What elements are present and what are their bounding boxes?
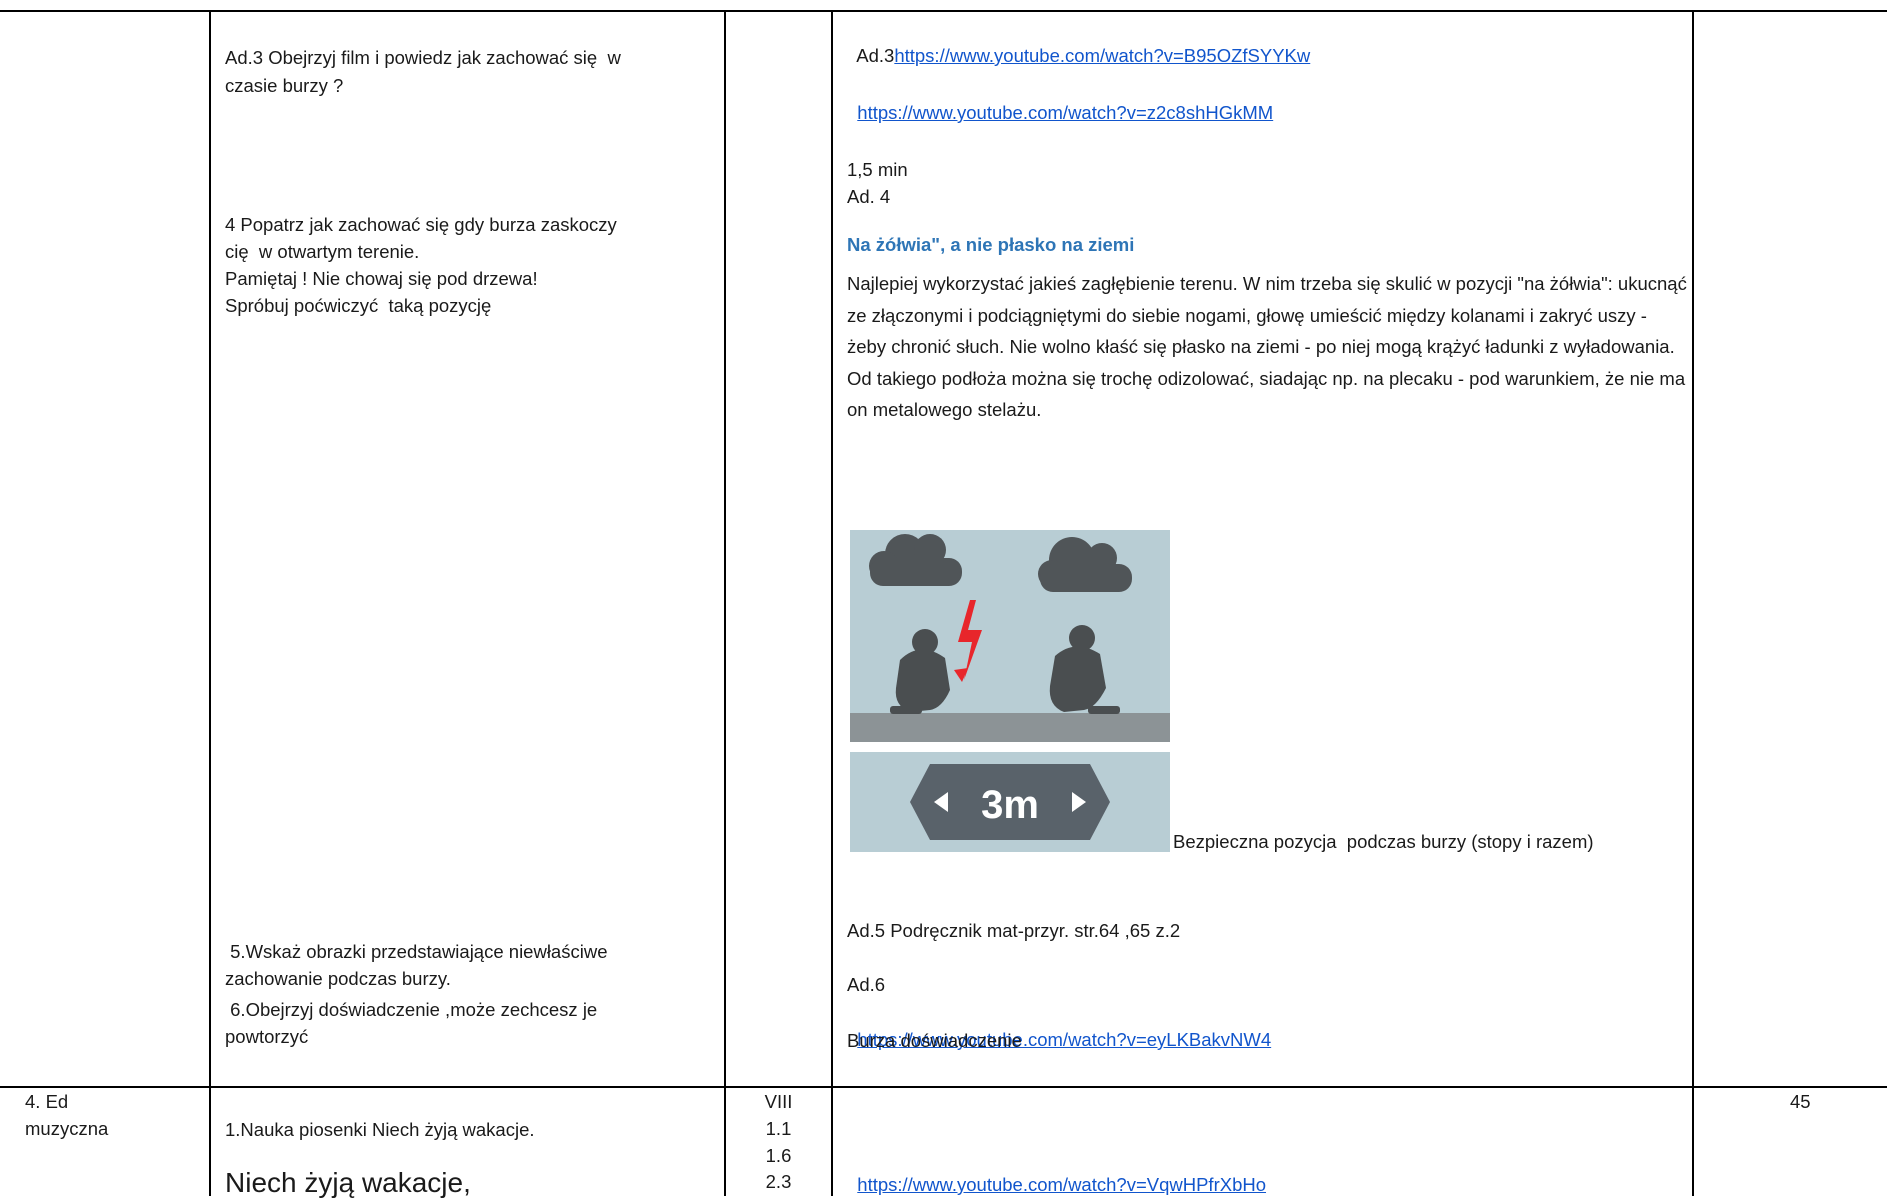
- song-title: Niech żyją wakacje,: [225, 1167, 471, 1198]
- curriculum-code-2: 1.1: [765, 1118, 792, 1139]
- col-divider-3: [831, 10, 833, 1196]
- storm-safety-illustration: 3m: [850, 530, 1170, 852]
- safety-paragraph: Najlepiej wykorzystać jakieś zagłębienie…: [847, 273, 1687, 421]
- task4-line1: 4 Popatrz jak zachować się gdy burza zas…: [225, 214, 617, 235]
- youtube-link-2-row: https://www.youtube.com/watch?v=z2c8shHG…: [847, 71, 1273, 127]
- distance-label: 3m: [981, 783, 1039, 827]
- song-task: 1.Nauka piosenki Niech żyją wakacje.: [225, 1119, 535, 1140]
- subject-label-line2: muzyczna: [25, 1118, 109, 1139]
- curriculum-code-1: VIII: [764, 1091, 793, 1112]
- youtube-link-1[interactable]: https://www.youtube.com/watch?v=B95OZfSY…: [894, 45, 1310, 66]
- task4-line3: Pamiętaj ! Nie chowaj się pod drzewa!: [225, 268, 538, 289]
- col-divider-4: [1692, 10, 1694, 1196]
- ad6-label: Ad.6: [847, 974, 886, 995]
- ad3-resource: Ad.3https://www.youtube.com/watch?v=B95O…: [847, 14, 1310, 70]
- subject-label-line1: 4. Ed: [25, 1091, 69, 1112]
- task5-line2: zachowanie podczas burzy.: [225, 968, 451, 989]
- illustration-caption: Bezpieczna pozycja podczas burzy (stopy …: [1173, 831, 1594, 852]
- curriculum-code-3: 1.6: [765, 1145, 792, 1166]
- ad3-instruction-line2: czasie burzy ?: [225, 75, 344, 96]
- table-border-top: [0, 10, 1887, 12]
- row-divider: [0, 1086, 1887, 1088]
- time-minutes: 45: [1790, 1091, 1811, 1112]
- task4-line4: Spróbuj poćwiczyć taką pozycję: [225, 295, 492, 316]
- task6-line2: powtorzyć: [225, 1026, 309, 1047]
- ad5-text: Ad.5 Podręcznik mat-przyr. str.64 ,65 z.…: [847, 920, 1181, 941]
- curriculum-code-4: 2.3: [765, 1171, 792, 1192]
- col-divider-1: [209, 10, 211, 1196]
- ad4-label: Ad. 4: [847, 186, 891, 207]
- task4-line2: cię w otwartym terenie.: [225, 241, 420, 262]
- ad3-instruction-line1: Ad.3 Obejrzyj film i powiedz jak zachowa…: [225, 47, 621, 68]
- youtube-link-2[interactable]: https://www.youtube.com/watch?v=z2c8shHG…: [857, 102, 1273, 123]
- ad6-description: Burza doświadczenie: [847, 1030, 1022, 1051]
- youtube-link-4-row: https://www.youtube.com/watch?v=VqwHPfrX…: [847, 1143, 1266, 1199]
- task6-line1: 6.Obejrzyj doświadczenie ,może zechcesz …: [225, 999, 598, 1020]
- col-divider-2: [724, 10, 726, 1196]
- turtle-heading: Na żółwia", a nie płasko na ziemi: [847, 234, 1135, 255]
- distance-arrow-icon: 3m: [910, 764, 1110, 840]
- ad3-prefix: Ad.3: [856, 45, 895, 66]
- task5-line1: 5.Wskaż obrazki przedstawiające niewłaśc…: [225, 941, 608, 962]
- duration-text: 1,5 min: [847, 159, 908, 180]
- youtube-link-4[interactable]: https://www.youtube.com/watch?v=VqwHPfrX…: [857, 1174, 1266, 1195]
